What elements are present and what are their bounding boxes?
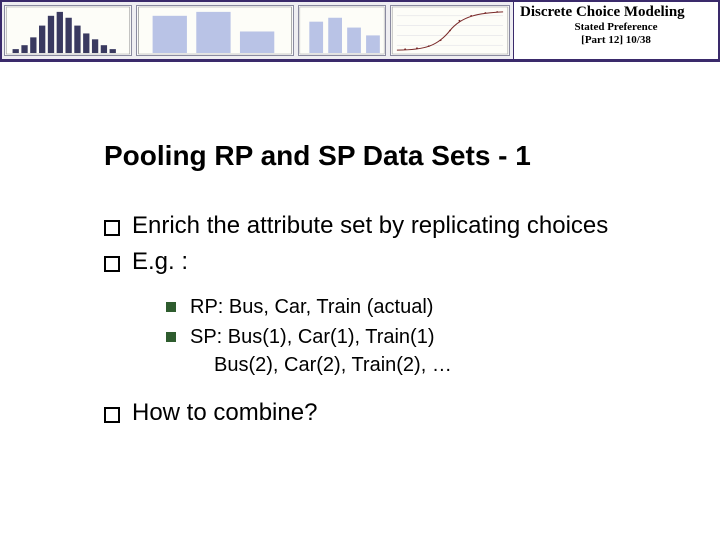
slide-title: Pooling RP and SP Data Sets - 1 [104,140,680,172]
sub-bullet-item: SP: Bus(1), Car(1), Train(1) Bus(2), Car… [166,323,680,379]
bullet-text: Enrich the attribute set by replicating … [132,212,608,239]
bullet-text: E.g. : [132,248,188,275]
sub-bullet-item: RP: Bus, Car, Train (actual) [166,293,680,321]
mini-chart-histogram [4,5,132,56]
sub-bullet-text: RP: Bus, Car, Train (actual) [190,296,433,318]
bullet-item: Enrich the attribute set by replicating … [104,210,680,242]
sub-bullet-list: RP: Bus, Car, Train (actual) SP: Bus(1),… [166,293,680,379]
course-title: Discrete Choice Modeling [520,4,712,21]
header-charts-strip [2,2,513,59]
mini-chart-sigmoid [390,5,510,56]
slide: Discrete Choice Modeling Stated Preferen… [0,0,720,540]
slide-body: Pooling RP and SP Data Sets - 1 Enrich t… [0,62,720,429]
mini-chart-bars-small [298,5,386,56]
header-right-block: Discrete Choice Modeling Stated Preferen… [513,2,718,59]
course-subtitle: Stated Preference [520,21,712,33]
sub-bullet-continuation: Bus(2), Car(2), Train(2), … [190,351,680,379]
part-indicator: [Part 12] 10/38 [520,34,712,46]
bullet-text: How to combine? [132,399,317,426]
mini-chart-bars-few [136,5,294,56]
bullet-item: How to combine? [104,397,680,429]
bullet-item: E.g. : RP: Bus, Car, Train (actual) SP: … [104,246,680,378]
header-banner: Discrete Choice Modeling Stated Preferen… [0,0,720,62]
sub-bullet-text: SP: Bus(1), Car(1), Train(1) [190,326,435,348]
bullet-list: Enrich the attribute set by replicating … [104,210,680,429]
